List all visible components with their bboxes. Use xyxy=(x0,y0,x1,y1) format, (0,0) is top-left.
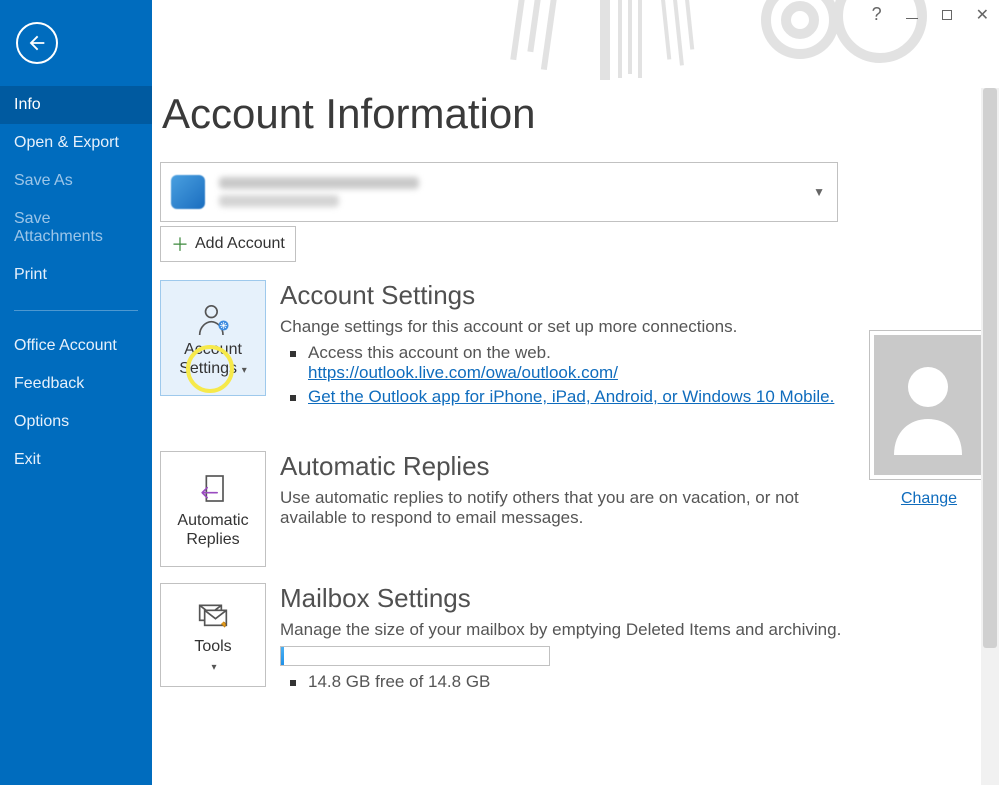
sidebar-item-options[interactable]: Options xyxy=(0,403,152,441)
tile-label-line: Tools xyxy=(194,638,231,655)
owa-link[interactable]: https://outlook.live.com/owa/outlook.com… xyxy=(308,363,618,382)
vertical-scrollbar[interactable] xyxy=(981,88,999,785)
tile-label-line: Account xyxy=(184,341,242,358)
sidebar-separator xyxy=(14,310,138,311)
sidebar-item-label: Feedback xyxy=(14,375,84,392)
chevron-down-icon: ▾ xyxy=(239,365,247,376)
tools-tile[interactable]: Tools ▾ xyxy=(160,583,266,687)
account-label xyxy=(219,177,419,207)
automatic-replies-icon xyxy=(192,471,234,511)
sidebar-item-label: Exit xyxy=(14,451,41,468)
chevron-down-icon: ▼ xyxy=(813,185,825,199)
section-desc: Use automatic replies to notify others t… xyxy=(280,488,839,528)
person-icon xyxy=(886,355,970,455)
tile-label-line: Replies xyxy=(186,531,239,548)
sidebar-item-label: Open & Export xyxy=(14,134,119,151)
sidebar-item-label: Info xyxy=(14,96,41,113)
automatic-replies-tile[interactable]: Automatic Replies xyxy=(160,451,266,567)
maximize-button[interactable] xyxy=(942,10,952,20)
back-button[interactable] xyxy=(16,22,58,64)
change-photo-link[interactable]: Change xyxy=(869,490,989,508)
sidebar-item-label: Save As xyxy=(14,172,73,189)
section-title: Mailbox Settings xyxy=(280,583,991,614)
account-selector[interactable]: ▼ xyxy=(160,162,838,222)
sidebar-item-save-attachments: Save Attachments xyxy=(0,200,152,256)
sidebar-item-info[interactable]: Info xyxy=(0,86,152,124)
tile-label-line: Settings xyxy=(179,360,237,377)
tile-label-line: Automatic xyxy=(177,512,248,529)
get-app-link[interactable]: Get the Outlook app for iPhone, iPad, An… xyxy=(308,387,834,406)
page-title: Account Information xyxy=(162,90,999,138)
sidebar-item-label: Save Attachments xyxy=(14,210,103,245)
chevron-down-icon: ▾ xyxy=(211,662,216,673)
sidebar-item-label: Print xyxy=(14,266,47,283)
sidebar-item-label: Options xyxy=(14,413,69,430)
help-icon[interactable]: ? xyxy=(872,4,882,25)
plus-icon: ＋ xyxy=(171,231,189,257)
sidebar-item-save-as: Save As xyxy=(0,162,152,200)
sidebar-item-feedback[interactable]: Feedback xyxy=(0,365,152,403)
sidebar-item-print[interactable]: Print xyxy=(0,256,152,294)
mailbox-free-text: 14.8 GB free of 14.8 GB xyxy=(308,672,490,691)
account-settings-icon xyxy=(192,300,234,340)
section-title: Account Settings xyxy=(280,280,991,311)
profile-photo xyxy=(869,330,987,480)
sidebar-item-office-account[interactable]: Office Account xyxy=(0,327,152,365)
sidebar-item-open-export[interactable]: Open & Export xyxy=(0,124,152,162)
minimize-button[interactable] xyxy=(906,7,918,19)
sidebar-item-exit[interactable]: Exit xyxy=(0,441,152,479)
backstage-sidebar: Info Open & Export Save As Save Attachme… xyxy=(0,0,152,785)
sidebar-item-label: Office Account xyxy=(14,337,117,354)
section-title: Automatic Replies xyxy=(280,451,839,482)
bullet-text: Access this account on the web. xyxy=(308,343,551,362)
close-button[interactable]: ✕ xyxy=(976,5,989,25)
add-account-label: Add Account xyxy=(195,235,285,253)
tools-icon xyxy=(192,597,234,637)
account-settings-tile[interactable]: Account Settings ▾ xyxy=(160,280,266,396)
add-account-button[interactable]: ＋ Add Account xyxy=(160,226,296,262)
section-desc: Manage the size of your mailbox by empty… xyxy=(280,620,991,640)
mailbox-usage-bar xyxy=(280,646,550,666)
account-icon xyxy=(171,175,205,209)
